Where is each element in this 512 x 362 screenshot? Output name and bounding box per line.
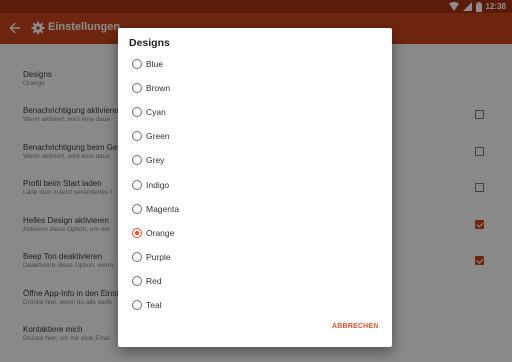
radio-button[interactable] — [132, 252, 142, 262]
radio-button[interactable] — [132, 83, 142, 93]
option-teal[interactable]: Teal — [118, 297, 392, 321]
option-magenta[interactable]: Magenta — [118, 201, 392, 225]
radio-button[interactable] — [132, 180, 142, 190]
option-brown[interactable]: Brown — [118, 80, 392, 104]
radio-button-selected[interactable] — [132, 228, 142, 238]
option-orange[interactable]: Orange — [118, 225, 392, 249]
radio-button[interactable] — [132, 155, 142, 165]
option-label: Orange — [146, 228, 175, 238]
option-label: Grey — [146, 155, 165, 165]
option-green[interactable]: Green — [118, 128, 392, 152]
option-label: Cyan — [146, 107, 166, 117]
radio-button[interactable] — [132, 131, 142, 141]
radio-button[interactable] — [132, 204, 142, 214]
option-label: Red — [146, 276, 162, 286]
option-label: Brown — [146, 83, 171, 93]
option-label: Teal — [146, 300, 162, 310]
option-label: Indigo — [146, 180, 170, 190]
option-label: Green — [146, 131, 170, 141]
option-label: Purple — [146, 252, 171, 262]
option-indigo[interactable]: Indigo — [118, 177, 392, 201]
option-purple[interactable]: Purple — [118, 249, 392, 273]
option-grey[interactable]: Grey — [118, 152, 392, 176]
cancel-button[interactable]: ABBRECHEN — [332, 323, 379, 330]
radio-button[interactable] — [132, 107, 142, 117]
designs-dialog: Designs Blue Brown Cyan Green Grey Indig… — [118, 28, 392, 347]
radio-button[interactable] — [132, 276, 142, 286]
option-red[interactable]: Red — [118, 273, 392, 297]
dialog-title: Designs — [129, 37, 170, 49]
option-label: Blue — [146, 59, 164, 69]
option-label: Magenta — [146, 204, 180, 214]
radio-button[interactable] — [132, 300, 142, 310]
radio-button[interactable] — [132, 59, 142, 69]
option-blue[interactable]: Blue — [118, 56, 392, 80]
option-cyan[interactable]: Cyan — [118, 104, 392, 128]
